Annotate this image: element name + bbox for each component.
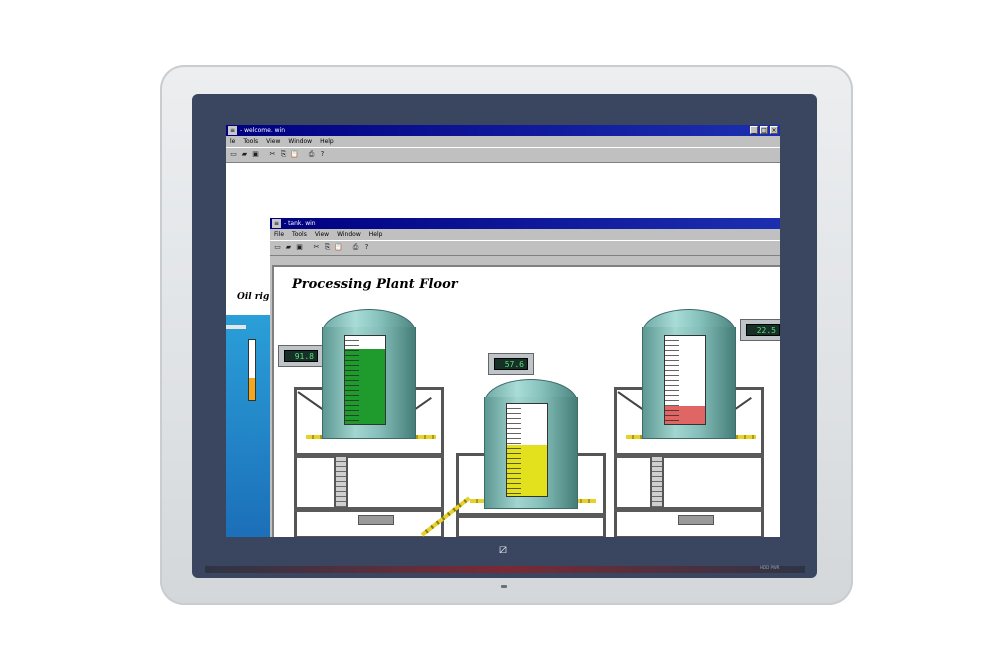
menu-view[interactable]: View: [311, 229, 333, 240]
tank-1-base: [358, 515, 394, 525]
tank-3: [642, 309, 736, 439]
power-indicator: [501, 585, 507, 588]
oil-rig-label: Oil rig: [237, 292, 270, 302]
system-menu-icon[interactable]: ≡: [272, 219, 281, 228]
front-window-toolbar: ▭ ▰ ▣ ✂ ⎘ 📋 ⎙ ?: [270, 240, 780, 256]
display-screen: ≡ - welcome. win _ □ × le Tools View Window…: [226, 125, 780, 537]
menu-window[interactable]: Window: [333, 229, 365, 240]
copy-icon[interactable]: ⎘: [323, 243, 332, 252]
bezel-accent-strip: [205, 566, 805, 573]
oil-rig-panel: [226, 315, 270, 537]
tank-3-readout: 22.5: [740, 319, 780, 341]
print-icon[interactable]: ⎙: [351, 243, 360, 252]
tank-3-beam: [614, 453, 764, 458]
help-icon[interactable]: ?: [318, 150, 327, 159]
front-window-title: - tank. win: [284, 220, 316, 227]
close-button[interactable]: ×: [770, 126, 778, 134]
menu-tools[interactable]: Tools: [288, 229, 311, 240]
tank-2: [484, 379, 578, 509]
paste-icon[interactable]: 📋: [290, 150, 299, 159]
brand-logo-icon: ⧄: [498, 542, 508, 557]
oil-rig-gauge: [248, 339, 256, 401]
maximize-button[interactable]: □: [760, 126, 768, 134]
tank-3-ladder: [650, 457, 664, 507]
tank-3-base: [678, 515, 714, 525]
new-file-icon[interactable]: ▭: [273, 243, 282, 252]
system-menu-icon[interactable]: ≡: [228, 126, 237, 135]
tank-1-ladder: [334, 457, 348, 507]
back-window-menubar: le Tools View Window Help: [226, 136, 780, 147]
save-icon[interactable]: ▣: [251, 150, 260, 159]
minimize-button[interactable]: _: [750, 126, 758, 134]
tank-1-readout: 91.8: [278, 345, 324, 367]
back-window-titlebar[interactable]: ≡ - welcome. win _ □ ×: [226, 125, 780, 136]
plant-canvas: Processing Plant Floor 91.8 57.6 22.5: [272, 265, 780, 537]
menu-help[interactable]: Help: [365, 229, 387, 240]
oil-rig-gauge-fill: [249, 378, 255, 400]
tank-3-beam-lower: [614, 507, 764, 512]
tank-1-value: 91.8: [284, 350, 318, 362]
tank-3-level-gauge: [664, 335, 706, 425]
cut-icon[interactable]: ✂: [268, 150, 277, 159]
print-icon[interactable]: ⎙: [307, 150, 316, 159]
tank-2-value: 57.6: [494, 358, 528, 370]
menu-tools[interactable]: Tools: [239, 136, 262, 147]
open-folder-icon[interactable]: ▰: [284, 243, 293, 252]
back-window-title: - welcome. win: [240, 127, 286, 134]
plant-title: Processing Plant Floor: [292, 277, 458, 292]
save-icon[interactable]: ▣: [295, 243, 304, 252]
tank-1-beam-lower: [294, 507, 444, 512]
tank-1-beam: [294, 453, 444, 458]
tank-3-value: 22.5: [746, 324, 780, 336]
menu-help[interactable]: Help: [316, 136, 338, 147]
status-led-labels: HDD PWR: [760, 565, 780, 570]
tank-3-gauge-ticks: [665, 336, 679, 424]
tank-1: [322, 309, 416, 439]
tank-2-beam: [456, 513, 606, 518]
menu-window[interactable]: Window: [284, 136, 316, 147]
copy-icon[interactable]: ⎘: [279, 150, 288, 159]
new-file-icon[interactable]: ▭: [229, 150, 238, 159]
oil-rig-pipe: [226, 325, 246, 329]
front-window-menubar: File Tools View Window Help: [270, 229, 780, 240]
tank-1-gauge-ticks: [345, 336, 359, 424]
tank-2-readout: 57.6: [488, 353, 534, 375]
menu-view[interactable]: View: [262, 136, 284, 147]
menu-file[interactable]: File: [270, 229, 288, 240]
tank-2-gauge-ticks: [507, 404, 521, 496]
help-icon[interactable]: ?: [362, 243, 371, 252]
cut-icon[interactable]: ✂: [312, 243, 321, 252]
open-folder-icon[interactable]: ▰: [240, 150, 249, 159]
tank-2-level-gauge: [506, 403, 548, 497]
paste-icon[interactable]: 📋: [334, 243, 343, 252]
menu-file[interactable]: le: [226, 136, 239, 147]
back-window-toolbar: ▭ ▰ ▣ ✂ ⎘ 📋 ⎙ ?: [226, 147, 780, 163]
tank-1-level-gauge: [344, 335, 386, 425]
front-window-titlebar[interactable]: ≡ - tank. win: [270, 218, 780, 229]
